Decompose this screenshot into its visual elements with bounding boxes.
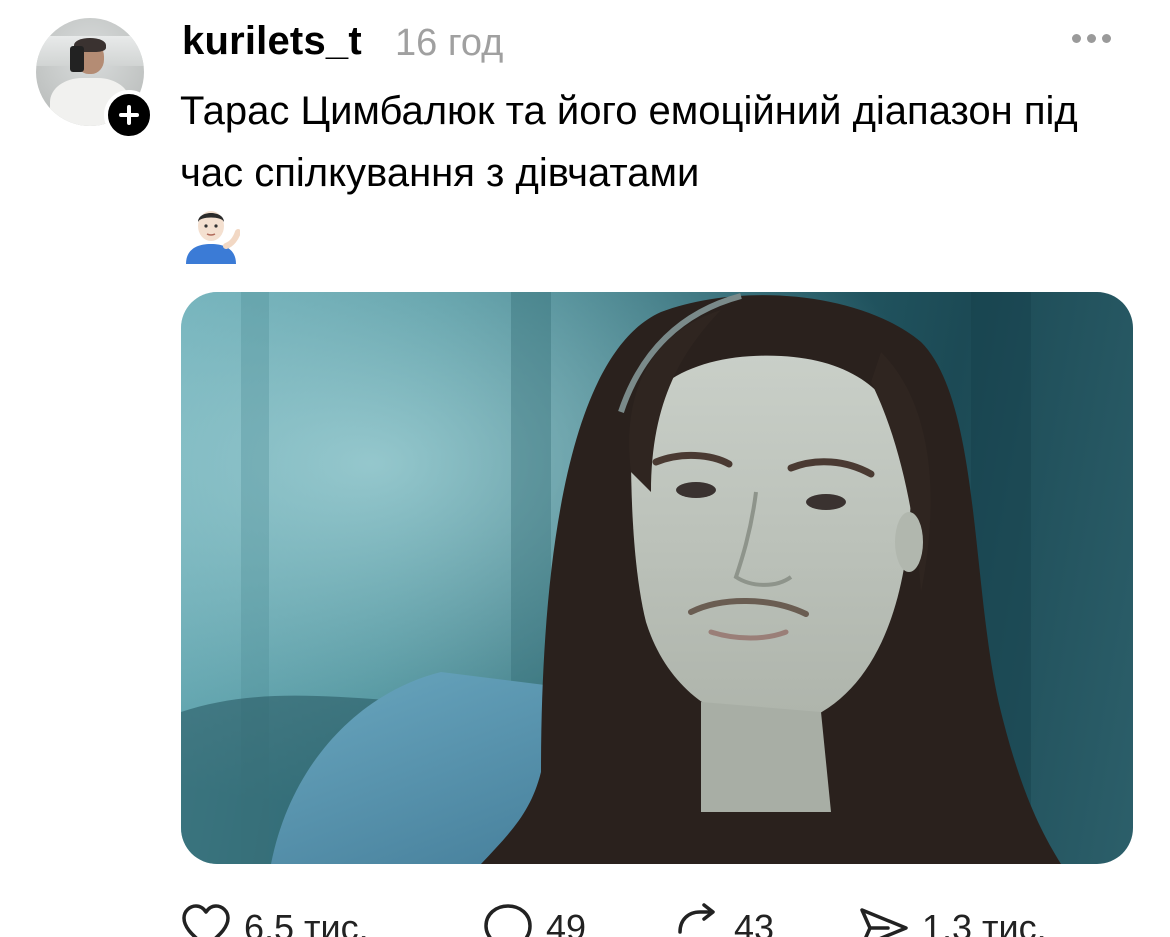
post-image[interactable] <box>181 292 1133 864</box>
send-icon <box>860 908 908 937</box>
person-shrugging-emoji-icon <box>186 211 240 264</box>
follow-button[interactable] <box>104 90 154 140</box>
avatar-phone <box>70 46 84 72</box>
username[interactable]: kurilets_t <box>182 18 362 64</box>
action-bar: 6,5 тис. 49 43 1,3 тис. <box>180 902 1130 937</box>
repost-icon <box>678 903 715 934</box>
comment-button[interactable]: 49 <box>482 902 586 937</box>
share-button[interactable]: 1,3 тис. <box>858 902 1047 937</box>
post-time: 16 год <box>395 22 504 64</box>
more-options-icon[interactable] <box>1072 34 1111 43</box>
post-text: Тарас Цимбалюк та його емоційний діапазо… <box>180 89 1078 195</box>
dot <box>1072 34 1081 43</box>
repost-count: 43 <box>734 907 775 937</box>
heart-icon <box>182 904 230 937</box>
thread-post: kurilets_t 16 год Тарас Цимбалюк та його… <box>0 0 1170 937</box>
comment-count: 49 <box>546 907 587 937</box>
share-count: 1,3 тис. <box>922 907 1047 937</box>
photo-illustration <box>181 292 1133 864</box>
like-button[interactable]: 6,5 тис. <box>180 902 369 937</box>
comment-icon <box>484 904 532 937</box>
like-count: 6,5 тис. <box>244 907 369 937</box>
repost-button[interactable]: 43 <box>670 902 774 937</box>
plus-icon <box>119 105 139 125</box>
dot <box>1102 34 1111 43</box>
dot <box>1087 34 1096 43</box>
